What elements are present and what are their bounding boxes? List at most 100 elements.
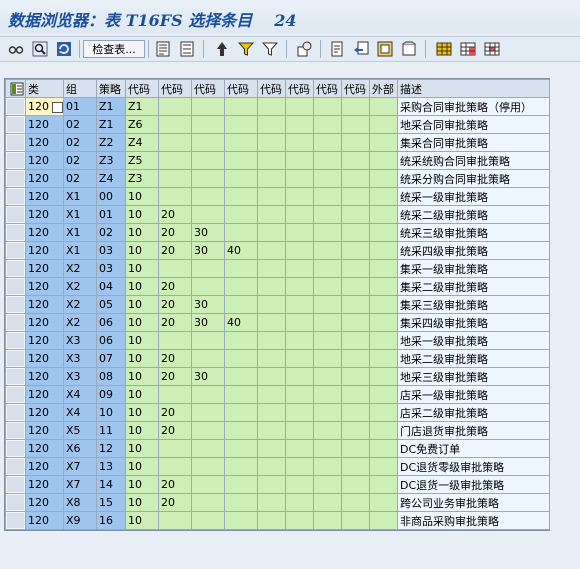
- row-selector-button[interactable]: [6, 170, 25, 187]
- key-cell[interactable]: 10: [96, 403, 126, 422]
- key-cell[interactable]: X3: [63, 331, 97, 350]
- select-all-icon[interactable]: [5, 79, 26, 98]
- value-cell[interactable]: [341, 403, 370, 422]
- value-cell[interactable]: [369, 115, 398, 134]
- key-cell[interactable]: 120: [25, 385, 64, 404]
- description-cell[interactable]: 地采一级审批策略: [397, 331, 550, 350]
- value-cell[interactable]: [257, 313, 286, 332]
- value-cell[interactable]: [341, 457, 370, 476]
- value-cell[interactable]: [341, 259, 370, 278]
- value-cell[interactable]: [285, 205, 314, 224]
- key-cell[interactable]: X1: [63, 205, 97, 224]
- description-cell[interactable]: 集采四级审批策略: [397, 313, 550, 332]
- description-cell[interactable]: 集采合同审批策略: [397, 133, 550, 152]
- value-cell[interactable]: [191, 349, 225, 368]
- description-cell[interactable]: 店采二级审批策略: [397, 403, 550, 422]
- refresh-icon[interactable]: [54, 40, 74, 58]
- value-cell[interactable]: [369, 205, 398, 224]
- grid-merge-icon[interactable]: [482, 40, 502, 58]
- value-cell[interactable]: [191, 421, 225, 440]
- value-cell[interactable]: [369, 223, 398, 242]
- value-cell[interactable]: 10: [125, 367, 159, 386]
- row-selector-button[interactable]: [6, 98, 25, 115]
- value-cell[interactable]: [341, 439, 370, 458]
- value-cell[interactable]: [191, 133, 225, 152]
- value-cell[interactable]: [285, 133, 314, 152]
- value-cell[interactable]: [191, 277, 225, 296]
- value-cell[interactable]: [158, 385, 192, 404]
- details-icon[interactable]: [153, 40, 173, 58]
- key-cell[interactable]: 09: [96, 385, 126, 404]
- value-cell[interactable]: 10: [125, 295, 159, 314]
- value-cell[interactable]: [257, 349, 286, 368]
- table-row[interactable]: 120 X1 01 10 20 统采二级审批策略: [5, 205, 550, 224]
- value-cell[interactable]: [285, 349, 314, 368]
- value-cell[interactable]: [191, 403, 225, 422]
- description-cell[interactable]: 地采三级审批策略: [397, 367, 550, 386]
- key-cell[interactable]: X6: [63, 439, 97, 458]
- value-cell[interactable]: [257, 133, 286, 152]
- value-cell[interactable]: 10: [125, 331, 159, 350]
- value-cell[interactable]: 10: [125, 493, 159, 512]
- row-selector[interactable]: [5, 493, 26, 512]
- description-cell[interactable]: 统采四级审批策略: [397, 241, 550, 260]
- value-cell[interactable]: [369, 367, 398, 386]
- value-cell[interactable]: Z6: [125, 115, 159, 134]
- row-selector[interactable]: [5, 187, 26, 206]
- column-header[interactable]: 外部: [369, 79, 398, 98]
- value-cell[interactable]: [158, 115, 192, 134]
- sort-desc-icon[interactable]: [212, 40, 232, 58]
- row-selector[interactable]: [5, 259, 26, 278]
- value-cell[interactable]: [313, 205, 342, 224]
- value-cell[interactable]: [191, 511, 225, 530]
- key-cell[interactable]: X2: [63, 277, 97, 296]
- key-cell[interactable]: 120: [25, 115, 64, 134]
- value-cell[interactable]: [158, 97, 192, 116]
- value-cell[interactable]: [313, 349, 342, 368]
- key-cell[interactable]: 120: [25, 97, 64, 116]
- row-selector[interactable]: [5, 457, 26, 476]
- value-cell[interactable]: 10: [125, 313, 159, 332]
- value-cell[interactable]: [285, 439, 314, 458]
- row-selector[interactable]: [5, 511, 26, 530]
- column-header[interactable]: 组: [63, 79, 97, 98]
- value-cell[interactable]: [369, 385, 398, 404]
- value-cell[interactable]: [313, 511, 342, 530]
- value-cell[interactable]: [257, 439, 286, 458]
- value-cell[interactable]: 30: [191, 367, 225, 386]
- row-selector[interactable]: [5, 115, 26, 134]
- key-cell[interactable]: 02: [63, 151, 97, 170]
- value-cell[interactable]: [369, 511, 398, 530]
- value-cell[interactable]: [224, 295, 258, 314]
- value-cell[interactable]: [341, 493, 370, 512]
- key-cell[interactable]: 120: [25, 187, 64, 206]
- value-cell[interactable]: [158, 133, 192, 152]
- key-cell[interactable]: 120: [25, 421, 64, 440]
- row-selector[interactable]: [5, 385, 26, 404]
- key-cell[interactable]: 05: [96, 295, 126, 314]
- value-cell[interactable]: [158, 187, 192, 206]
- table-row[interactable]: 120 X6 12 10 DC免费订单: [5, 439, 550, 458]
- value-cell[interactable]: 10: [125, 223, 159, 242]
- value-cell[interactable]: [313, 367, 342, 386]
- value-cell[interactable]: [224, 367, 258, 386]
- filter-icon[interactable]: [236, 40, 256, 58]
- table-row[interactable]: 120 X1 02 10 20 30 统采三级审批策略: [5, 223, 550, 242]
- value-cell[interactable]: 20: [158, 223, 192, 242]
- value-cell[interactable]: [257, 187, 286, 206]
- key-cell[interactable]: 02: [96, 223, 126, 242]
- table-row[interactable]: 120 X5 11 10 20 门店退货审批策略: [5, 421, 550, 440]
- value-cell[interactable]: [285, 169, 314, 188]
- row-selector-button[interactable]: [6, 224, 25, 241]
- table-row[interactable]: 120 X1 00 10 统采一级审批策略: [5, 187, 550, 206]
- value-cell[interactable]: [191, 493, 225, 512]
- table-row[interactable]: 120 01 Z1 Z1 采购合同审批策略（停用）: [5, 97, 550, 116]
- key-cell[interactable]: 120: [25, 403, 64, 422]
- value-cell[interactable]: [369, 439, 398, 458]
- value-cell[interactable]: 20: [158, 313, 192, 332]
- value-cell[interactable]: [369, 97, 398, 116]
- value-cell[interactable]: [191, 457, 225, 476]
- row-selector-button[interactable]: [6, 296, 25, 313]
- row-selector[interactable]: [5, 169, 26, 188]
- row-selector-button[interactable]: [6, 260, 25, 277]
